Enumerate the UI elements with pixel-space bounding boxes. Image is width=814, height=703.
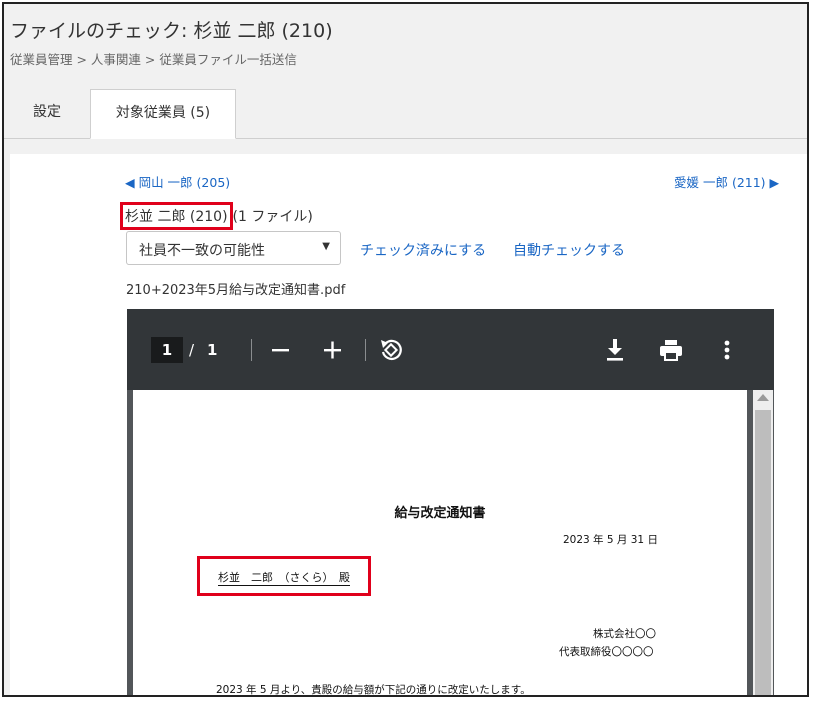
app-frame: ファイルのチェック: 杉並 二郎 (210) 従業員管理 > 人事関連 > 従業…	[2, 2, 809, 697]
scroll-up-icon[interactable]	[757, 394, 769, 401]
chevron-down-icon: ▼	[322, 241, 330, 252]
status-filter-value: 社員不一致の可能性	[139, 243, 265, 259]
rotate-icon[interactable]	[377, 335, 405, 365]
pdf-scrollbar[interactable]	[753, 390, 773, 695]
breadcrumb[interactable]: 従業員管理 > 人事関連 > 従業員ファイル一括送信	[10, 49, 297, 68]
prev-employee-link[interactable]: ◀ 岡山 一郎 (205)	[125, 172, 230, 191]
file-count: (1 ファイル)	[232, 209, 313, 225]
page-title: ファイルのチェック: 杉並 二郎 (210)	[10, 20, 333, 42]
employee-name: 杉並 二郎 (210)	[120, 202, 233, 230]
page-total: 1	[207, 341, 218, 359]
tab-target-employees[interactable]: 対象従業員 (5)	[90, 89, 236, 139]
toolbar-divider	[251, 339, 252, 361]
pdf-page: 給与改定通知書 2023 年 5 月 31 日 杉並 二郎 （さくら） 殿 株式…	[133, 390, 747, 696]
document-recipient: 杉並 二郎 （さくら） 殿	[197, 556, 371, 596]
pdf-viewer: 1 / 1 給与改定通知書 2023 年 5 月 31 日 杉並 二郎 （さくら…	[127, 309, 774, 696]
document-body-line: 2023 年 5 月より、貴殿の給与額が下記の通りに改定いたします。	[216, 684, 531, 696]
document-title: 給与改定通知書	[394, 506, 486, 521]
page-number-input[interactable]: 1	[151, 337, 183, 363]
employee-line: 杉並 二郎 (210) (1 ファイル)	[120, 202, 313, 230]
toolbar-divider	[365, 339, 366, 361]
download-icon[interactable]	[601, 335, 629, 365]
tab-settings[interactable]: 設定	[9, 89, 85, 138]
pdf-toolbar: 1 / 1	[127, 309, 774, 390]
document-date: 2023 年 5 月 31 日	[563, 534, 658, 546]
document-representative: 代表取締役〇〇〇〇	[559, 646, 654, 658]
tab-bar: 設定 対象従業員 (5)	[4, 89, 807, 139]
main-content: ◀ 岡山 一郎 (205) 愛媛 一郎 (211) ▶ 杉並 二郎 (210)(…	[10, 154, 807, 695]
print-icon[interactable]	[657, 335, 685, 365]
file-name: 210+2023年5月給与改定通知書.pdf	[126, 283, 346, 298]
recipient-name: 杉並 二郎 （さくら） 殿	[218, 571, 350, 586]
auto-check-link[interactable]: 自動チェックする	[513, 240, 625, 260]
zoom-out-icon[interactable]	[267, 335, 295, 365]
scrollbar-thumb[interactable]	[755, 410, 771, 695]
page-separator: /	[189, 341, 195, 359]
zoom-in-icon[interactable]	[319, 335, 347, 365]
mark-checked-link[interactable]: チェック済みにする	[360, 240, 486, 260]
page-header: ファイルのチェック: 杉並 二郎 (210) 従業員管理 > 人事関連 > 従業…	[4, 4, 807, 139]
next-employee-link[interactable]: 愛媛 一郎 (211) ▶	[674, 172, 779, 191]
status-filter-select[interactable]: 社員不一致の可能性 ▼	[126, 231, 341, 265]
document-company: 株式会社〇〇	[593, 628, 656, 640]
more-vert-icon[interactable]	[713, 335, 741, 365]
